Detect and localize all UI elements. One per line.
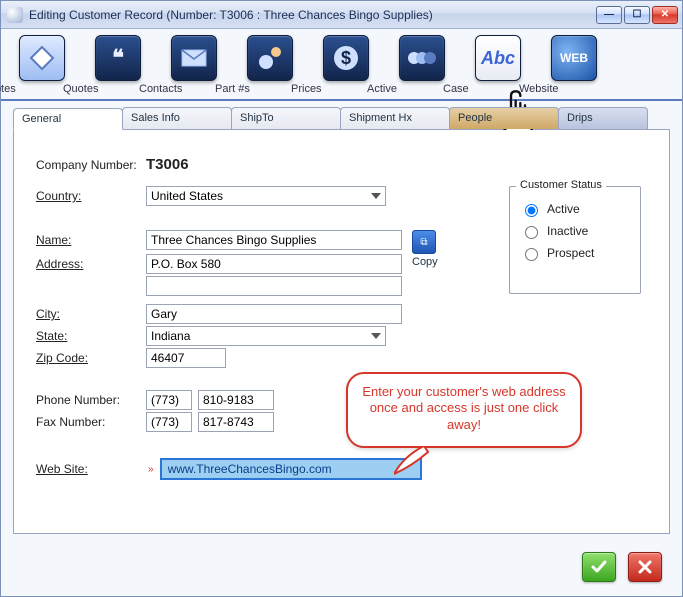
- website-marker: »: [148, 464, 154, 475]
- general-panel: Company Number: T3006 Country: Name: Add…: [13, 130, 670, 534]
- city-input[interactable]: [146, 304, 402, 324]
- window-title: Editing Customer Record (Number: T3006 :…: [29, 8, 596, 22]
- titlebar: Editing Customer Record (Number: T3006 :…: [1, 1, 682, 29]
- x-icon: [638, 560, 652, 574]
- customer-record-window: Editing Customer Record (Number: T3006 :…: [0, 0, 683, 597]
- callout-text: Enter your customer's web address once a…: [362, 384, 565, 432]
- action-bar: [582, 552, 662, 582]
- copy-icon: ⧉: [412, 230, 436, 254]
- tab-general[interactable]: General: [13, 108, 123, 130]
- copy-button[interactable]: ⧉ Copy: [412, 230, 438, 268]
- fax-number-input[interactable]: [198, 412, 274, 432]
- country-label: Country:: [36, 189, 146, 203]
- app-icon: [7, 7, 23, 23]
- state-label: State:: [36, 329, 146, 343]
- status-prospect-radio[interactable]: Prospect: [520, 245, 630, 261]
- cancel-button[interactable]: [628, 552, 662, 582]
- city-label: City:: [36, 307, 146, 321]
- tab-shipto[interactable]: ShipTo: [231, 107, 341, 129]
- toolbar-notes[interactable]: Notes: [15, 35, 69, 95]
- address1-input[interactable]: [146, 254, 402, 274]
- copy-label: Copy: [412, 256, 438, 268]
- company-number-value: T3006: [146, 156, 189, 173]
- address-label: Address:: [36, 257, 146, 271]
- tab-sales-info[interactable]: Sales Info: [122, 107, 232, 129]
- check-icon: [590, 558, 608, 576]
- address2-input[interactable]: [146, 276, 402, 296]
- status-inactive-radio[interactable]: Inactive: [520, 223, 630, 239]
- toolbar-contacts[interactable]: Contacts: [167, 35, 221, 95]
- phone-area-input[interactable]: [146, 390, 192, 410]
- toolbar: Notes ❝ Quotes Contacts Part #s $ Prices: [1, 29, 682, 101]
- fax-label: Fax Number:: [36, 415, 146, 429]
- quotes-icon: ❝: [95, 35, 141, 81]
- fax-area-input[interactable]: [146, 412, 192, 432]
- website-label: Web Site:: [36, 462, 146, 476]
- status-active-radio[interactable]: Active: [520, 201, 630, 217]
- callout-bubble: Enter your customer's web address once a…: [346, 372, 582, 448]
- country-select[interactable]: [146, 186, 386, 206]
- minimize-button[interactable]: —: [596, 6, 622, 24]
- toolbar-active[interactable]: Active: [395, 35, 449, 95]
- toolbar-quotes[interactable]: ❝ Quotes: [91, 35, 145, 95]
- ok-button[interactable]: [582, 552, 616, 582]
- toolbar-parts[interactable]: Part #s: [243, 35, 297, 95]
- tab-people[interactable]: People: [449, 107, 559, 129]
- customer-status-legend: Customer Status: [516, 179, 606, 191]
- phone-number-input[interactable]: [198, 390, 274, 410]
- name-input[interactable]: [146, 230, 402, 250]
- website-input[interactable]: [160, 458, 422, 480]
- phone-label: Phone Number:: [36, 393, 146, 407]
- toolbar-website-label: Website: [519, 83, 629, 95]
- customer-status-group: Customer Status Active Inactive Prospect: [509, 186, 641, 294]
- toolbar-prices[interactable]: $ Prices: [319, 35, 373, 95]
- notes-icon: [19, 35, 65, 81]
- case-icon: Abc: [475, 35, 521, 81]
- svg-text:$: $: [341, 48, 351, 68]
- envelope-icon: [171, 35, 217, 81]
- parts-icon: [247, 35, 293, 81]
- name-label: Name:: [36, 233, 146, 247]
- toolbar-website[interactable]: WEB Website: [547, 35, 601, 95]
- tab-bar: General Sales Info ShipTo Shipment Hx Pe…: [13, 107, 670, 130]
- maximize-button[interactable]: ☐: [624, 6, 650, 24]
- close-button[interactable]: ✕: [652, 6, 678, 24]
- active-icon: [399, 35, 445, 81]
- state-select[interactable]: [146, 326, 386, 346]
- toolbar-case[interactable]: Abc Case: [471, 35, 525, 95]
- dollar-icon: $: [323, 35, 369, 81]
- tab-shipment-hx[interactable]: Shipment Hx: [340, 107, 450, 129]
- zip-label: Zip Code:: [36, 351, 146, 365]
- tab-drips[interactable]: Drips: [558, 107, 648, 129]
- web-icon: WEB: [551, 35, 597, 81]
- zip-input[interactable]: [146, 348, 226, 368]
- company-number-label: Company Number:: [36, 158, 146, 172]
